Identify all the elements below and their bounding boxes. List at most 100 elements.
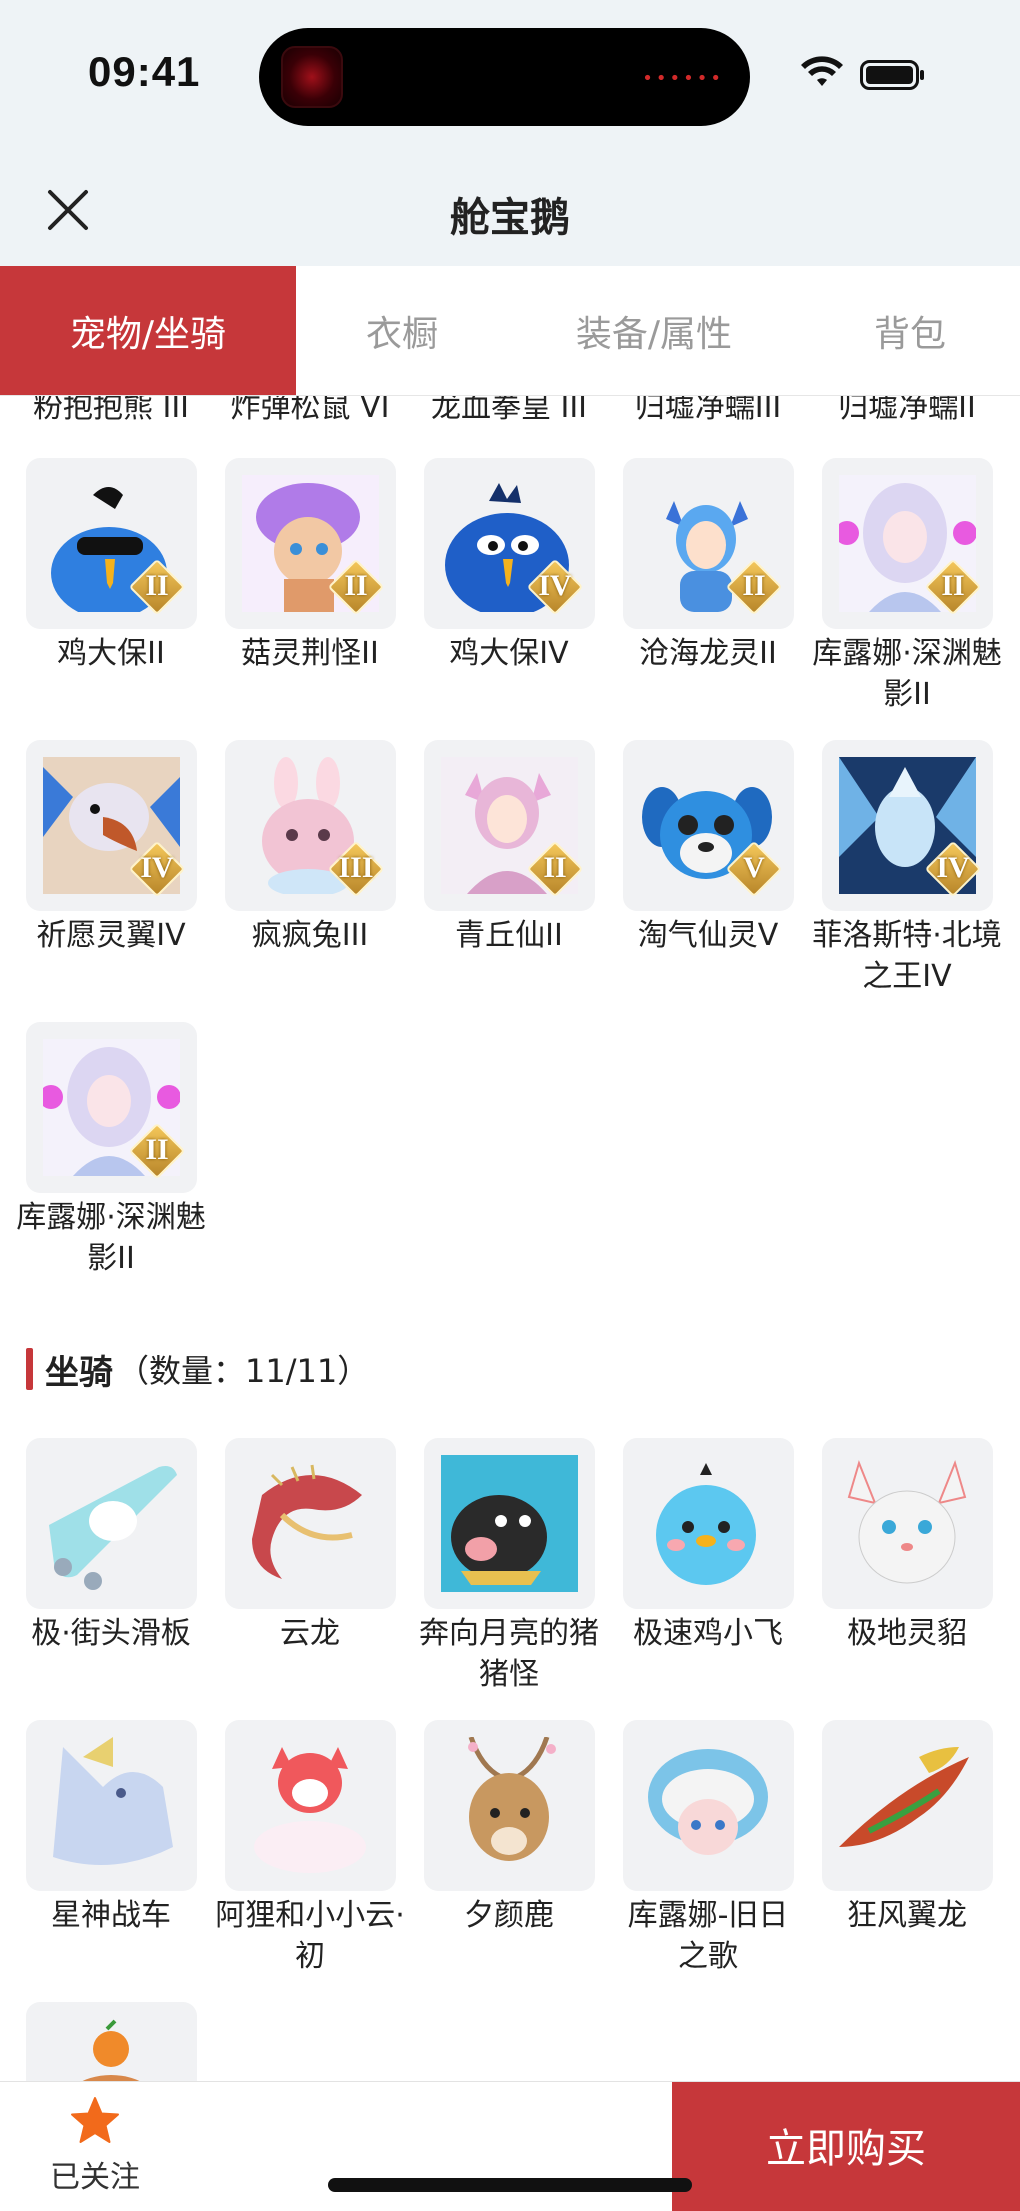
tab-bar: 宠物/坐骑 衣橱 装备/属性 背包 [0,266,1020,396]
item-artwork [242,1737,379,1874]
grade-numeral: II [742,569,766,602]
grade-numeral: IV [140,851,174,884]
mount-card[interactable]: 云龙 [225,1438,396,1720]
item-thumbnail: V [623,740,794,911]
item-thumbnail: IV [822,740,993,911]
item-label: 狂风翼龙 [847,1898,967,1933]
pet-card[interactable]: III 疯疯兔III [225,740,396,1022]
item-thumbnail [424,1438,595,1609]
follow-button[interactable]: 已关注 [30,2096,160,2196]
pet-card[interactable]: IV 鸡大保IV [424,458,595,740]
tab-equipment[interactable]: 装备/属性 [508,266,800,395]
top-area: 09:41 •••••• 舱宝鹅 [0,0,1020,266]
battery-icon [860,60,924,90]
item-label: 祈愿灵翼IV [36,918,186,953]
pet-card[interactable]: II 鸡大保II [26,458,197,740]
item-thumbnail: IV [424,458,595,629]
item-label: 星神战车 [51,1898,171,1933]
grade-numeral: II [543,851,567,884]
mount-card[interactable]: 极·街头滑板 [26,1438,197,1720]
buy-now-button[interactable]: 立即购买 [672,2082,1020,2211]
item-artwork [640,1455,777,1592]
mount-section-header: 坐骑 （数量：11/11） [26,1346,370,1393]
scroll-content[interactable]: 粉抱抱熊 III 炸弹松鼠 VI 龙血拳皇 III 归墟净蠕III 归墟净蠕II… [0,396,1020,2081]
mount-card[interactable]: 夕颜鹿 [424,1720,595,2002]
grade-badge-icon: II [526,840,584,898]
tab-backpack[interactable]: 背包 [800,266,1020,395]
item-thumbnail [822,1720,993,1891]
item-thumbnail: II [623,458,794,629]
item-label: 菲洛斯特·北境之王IV [812,918,1002,994]
item-label: 极速鸡小飞 [633,1616,783,1651]
item-label: 淘气仙灵V [637,918,779,953]
mount-card[interactable]: 星神战车 [26,1720,197,2002]
mount-card[interactable]: 奔向月亮的猪猪怪 [419,1438,599,1720]
item-thumbnail: II [26,1022,197,1193]
pet-card[interactable]: II 库露娜·深渊魅影II [812,458,1002,740]
game-app-icon [281,46,343,108]
item-thumbnail [424,1720,595,1891]
home-indicator [328,2178,692,2192]
item-label: 鸡大保II [57,636,165,671]
item-label: 疯疯兔III [251,918,369,953]
mount-card[interactable]: 狂风翼龙 [822,1720,993,2002]
grade-badge-icon: V [725,840,783,898]
follow-label: 已关注 [50,2160,140,2195]
item-artwork [441,1737,578,1874]
item-thumbnail [225,1720,396,1891]
item-thumbnail: II [26,458,197,629]
item-thumbnail: IV [26,740,197,911]
grade-numeral: IV [936,851,970,884]
section-count: （数量：11/11） [117,1352,370,1390]
grade-numeral: II [145,569,169,602]
grade-numeral: II [145,1133,169,1166]
grade-badge-icon: IV [128,840,186,898]
mount-card[interactable]: 阿狸和小小云·初 [215,1720,405,2002]
item-thumbnail [26,2002,197,2081]
grade-numeral: II [941,569,965,602]
mount-card[interactable]: 极速鸡小飞 [623,1438,794,1720]
item-label: 青丘仙II [455,918,563,953]
item-label: 云龙 [280,1616,340,1651]
grade-numeral: IV [538,569,572,602]
item-label: 库露娜·深渊魅影II [16,1200,206,1276]
pet-card[interactable]: II 库露娜·深渊魅影II [16,1022,206,1304]
item-thumbnail [225,1438,396,1609]
list-item-label: 粉抱抱熊 III [32,396,190,425]
pet-card[interactable]: II 菇灵荆怪II [225,458,396,740]
grade-badge-icon: II [128,1122,186,1180]
star-icon [71,2097,119,2143]
pet-card[interactable]: II 沧海龙灵II [623,458,794,740]
list-item-label: 龙血拳皇 III [430,396,588,425]
item-label: 极地灵貂 [847,1616,967,1651]
pet-card[interactable]: IV 菲洛斯特·北境之王IV [812,740,1002,1022]
mount-card[interactable]: 库露娜-旧日之歌 [623,1720,794,2002]
item-thumbnail [623,1720,794,1891]
pet-card[interactable]: V 淘气仙灵V [623,740,794,1022]
grade-badge-icon: II [924,558,982,616]
item-thumbnail: II [225,458,396,629]
item-thumbnail: II [424,740,595,911]
tab-wardrobe[interactable]: 衣橱 [296,266,508,395]
item-label: 奔向月亮的猪猪怪 [419,1616,599,1692]
partial-label-row: 粉抱抱熊 III 炸弹松鼠 VI 龙血拳皇 III 归墟净蠕III 归墟净蠕II [0,396,1020,425]
pet-card[interactable]: II 青丘仙II [424,740,595,1022]
item-label: 菇灵荆怪II [241,636,379,671]
tab-pets-mounts[interactable]: 宠物/坐骑 [0,266,296,395]
grade-badge-icon: II [327,558,385,616]
status-time: 09:41 [88,48,201,95]
mount-card[interactable] [26,2002,197,2081]
page-title: 舱宝鹅 [450,195,570,241]
pet-card[interactable]: IV 祈愿灵翼IV [26,740,197,1022]
item-artwork [43,1737,180,1874]
section-accent-bar [26,1348,33,1390]
item-label: 阿狸和小小云·初 [215,1898,405,1974]
item-artwork [839,1455,976,1592]
item-artwork [839,1737,976,1874]
pet-grid: II 鸡大保II II 菇灵荆怪II IV 鸡大保IV II 沧海龙灵II II 库露娜·深渊魅影… [16,458,1002,1304]
grade-badge-icon: IV [526,558,584,616]
list-item-label: 归墟净蠕II [838,396,976,425]
list-item-label: 归墟净蠕III [634,396,782,425]
grade-badge-icon: III [327,840,385,898]
mount-card[interactable]: 极地灵貂 [822,1438,993,1720]
